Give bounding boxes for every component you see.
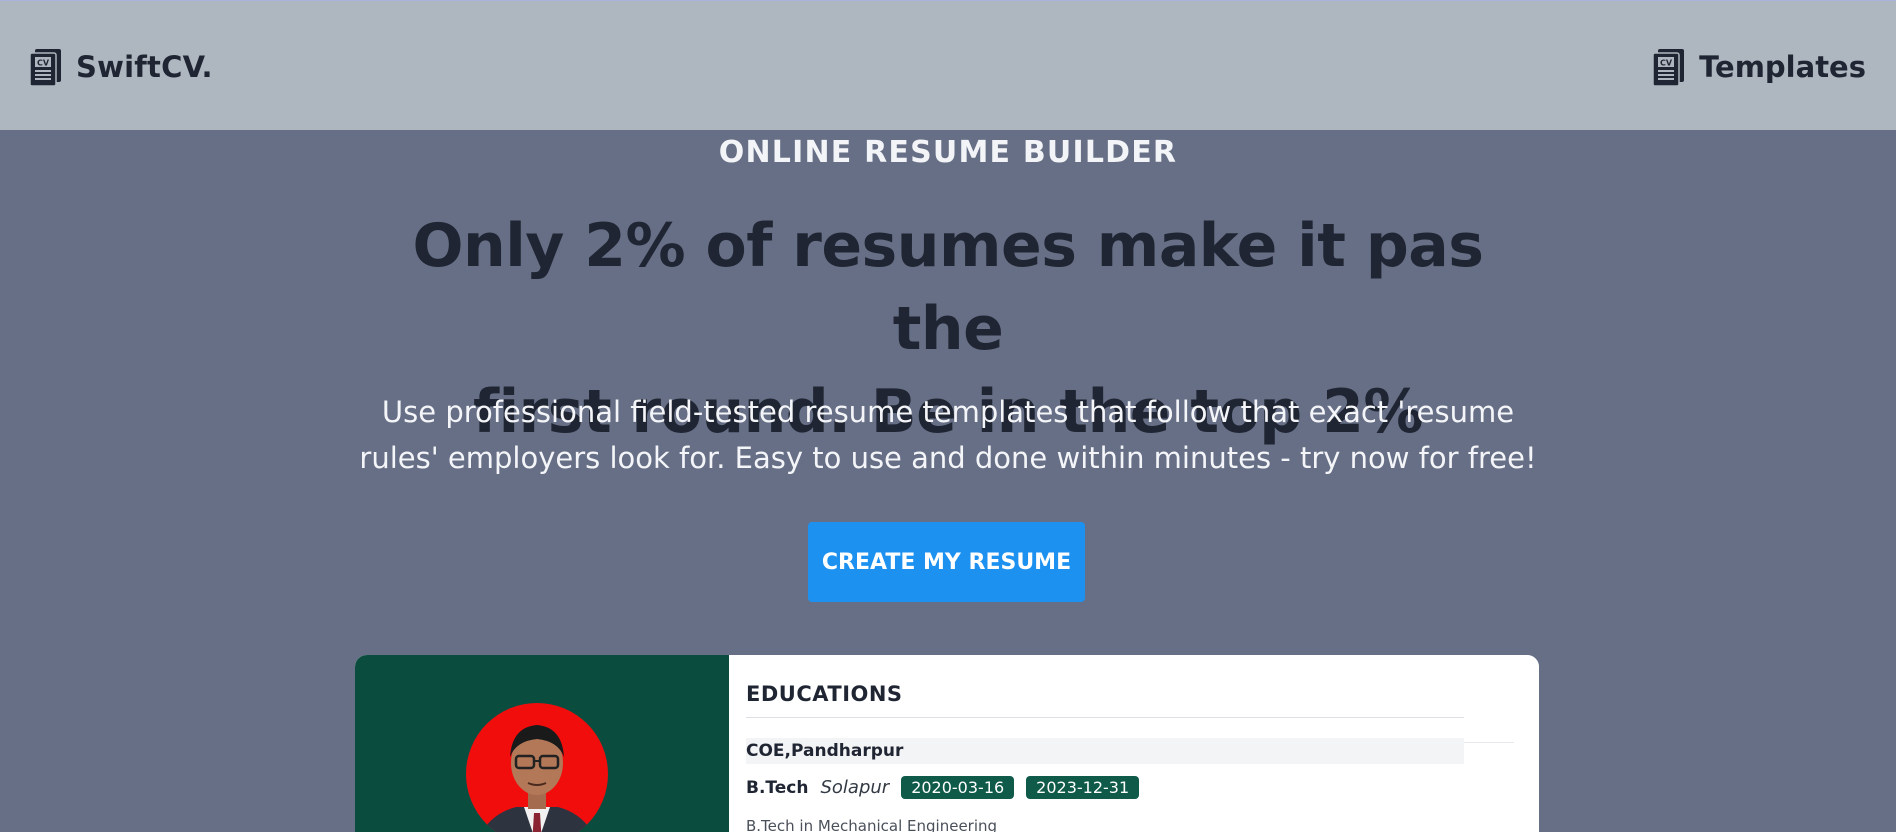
city-name: Solapur [820, 777, 890, 798]
subtext-line-2: rules' employers look for. Easy to use a… [359, 441, 1537, 475]
svg-text:CV: CV [37, 59, 50, 68]
degree-name: B.Tech [746, 777, 809, 798]
degree-row: B.Tech Solapur 2020-03-16 2023-12-31 [746, 776, 1140, 799]
start-date-badge: 2020-03-16 [901, 776, 1015, 799]
cv-document-icon: CV [1652, 49, 1685, 87]
hero-subtext: Use professional field-tested resume tem… [348, 389, 1548, 481]
profile-photo [466, 703, 608, 832]
subtext-line-1: Use professional field-tested resume tem… [381, 395, 1515, 429]
divider [746, 717, 1464, 718]
nav-templates-link[interactable]: CV Templates [1649, 47, 1866, 87]
headline-line-1: Only 2% of resumes make it pas the [412, 211, 1484, 364]
resume-preview: EDUCATIONS COE,Pandharpur B.Tech Solapur… [355, 655, 1539, 832]
create-resume-button[interactable]: CREATE MY RESUME [808, 522, 1085, 602]
svg-text:CV: CV [1660, 59, 1673, 68]
end-date-badge: 2023-12-31 [1026, 776, 1140, 799]
institution-name: COE,Pandharpur [746, 741, 904, 761]
divider [1464, 742, 1514, 743]
resume-main: EDUCATIONS COE,Pandharpur B.Tech Solapur… [729, 655, 1539, 832]
navbar: CV SwiftCV. CV Templates [0, 1, 1896, 130]
institution-row: COE,Pandharpur [746, 738, 1464, 764]
resume-sidebar [355, 655, 729, 832]
education-heading: EDUCATIONS [746, 682, 903, 706]
brand-link[interactable]: CV SwiftCV. [26, 47, 213, 87]
hero-eyebrow: ONLINE RESUME BUILDER [718, 135, 1178, 170]
cv-document-icon: CV [29, 49, 61, 87]
nav-templates-label: Templates [1699, 50, 1866, 84]
education-description: B.Tech in Mechanical Engineering [746, 817, 998, 832]
brand-name: SwiftCV. [76, 50, 213, 84]
